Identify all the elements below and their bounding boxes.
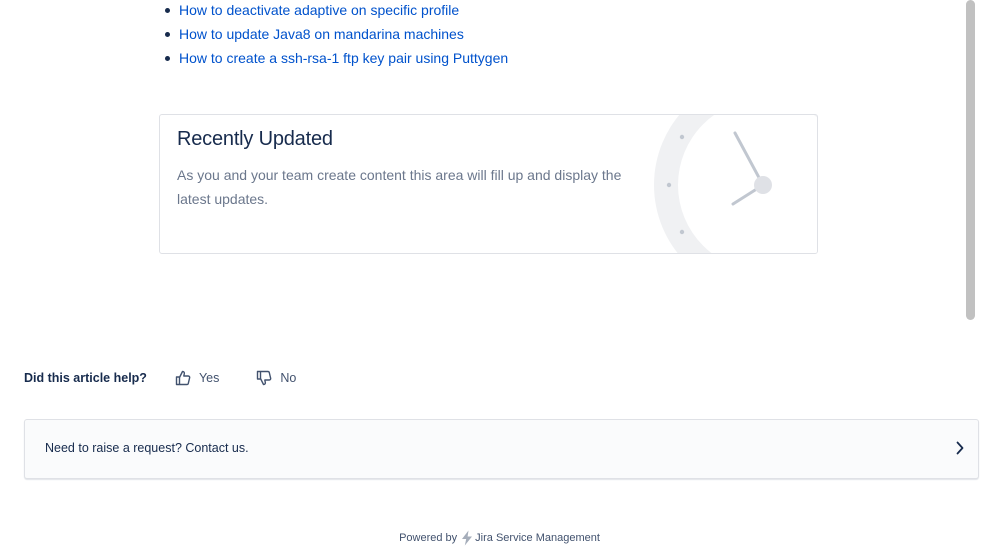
recently-updated-description: As you and your team create content this… (177, 167, 622, 207)
chevron-right-icon (956, 441, 964, 455)
footer: Powered by Jira Service Management (0, 530, 999, 546)
no-label: No (280, 371, 297, 385)
page: How to deactivate adaptive on specific p… (0, 0, 999, 555)
related-articles-list: How to deactivate adaptive on specific p… (164, 0, 508, 72)
list-item: How to update Java8 on mandarina machine… (164, 24, 508, 48)
lightning-bolt-icon (462, 530, 473, 546)
no-button[interactable]: No (256, 370, 296, 386)
yes-button[interactable]: Yes (175, 370, 219, 386)
article-link[interactable]: How to deactivate adaptive on specific p… (179, 2, 459, 18)
list-item: How to create a ssh-rsa-1 ftp key pair u… (164, 48, 508, 72)
bullet-icon (165, 32, 170, 37)
thumbs-up-icon (175, 370, 191, 386)
recently-updated-title: Recently Updated (177, 128, 333, 150)
scrollbar-thumb[interactable] (966, 0, 975, 320)
bullet-icon (165, 56, 170, 61)
article-feedback: Did this article help? Yes No (24, 369, 296, 387)
contact-us-label: Need to raise a request? Contact us. (45, 441, 249, 455)
contact-us-link[interactable]: Need to raise a request? Contact us. (24, 419, 979, 479)
powered-by-label: Powered by (399, 532, 458, 544)
bullet-icon (165, 8, 170, 13)
article-link[interactable]: How to create a ssh-rsa-1 ftp key pair u… (179, 50, 508, 66)
jira-service-management-link[interactable]: Jira Service Management (475, 532, 600, 544)
article-link[interactable]: How to update Java8 on mandarina machine… (179, 26, 464, 42)
yes-label: Yes (198, 371, 220, 385)
recently-updated-card: Recently Updated As you and your team cr… (159, 114, 818, 254)
feedback-question: Did this article help? (24, 371, 147, 385)
list-item: How to deactivate adaptive on specific p… (164, 0, 508, 24)
thumbs-down-icon (257, 370, 272, 386)
